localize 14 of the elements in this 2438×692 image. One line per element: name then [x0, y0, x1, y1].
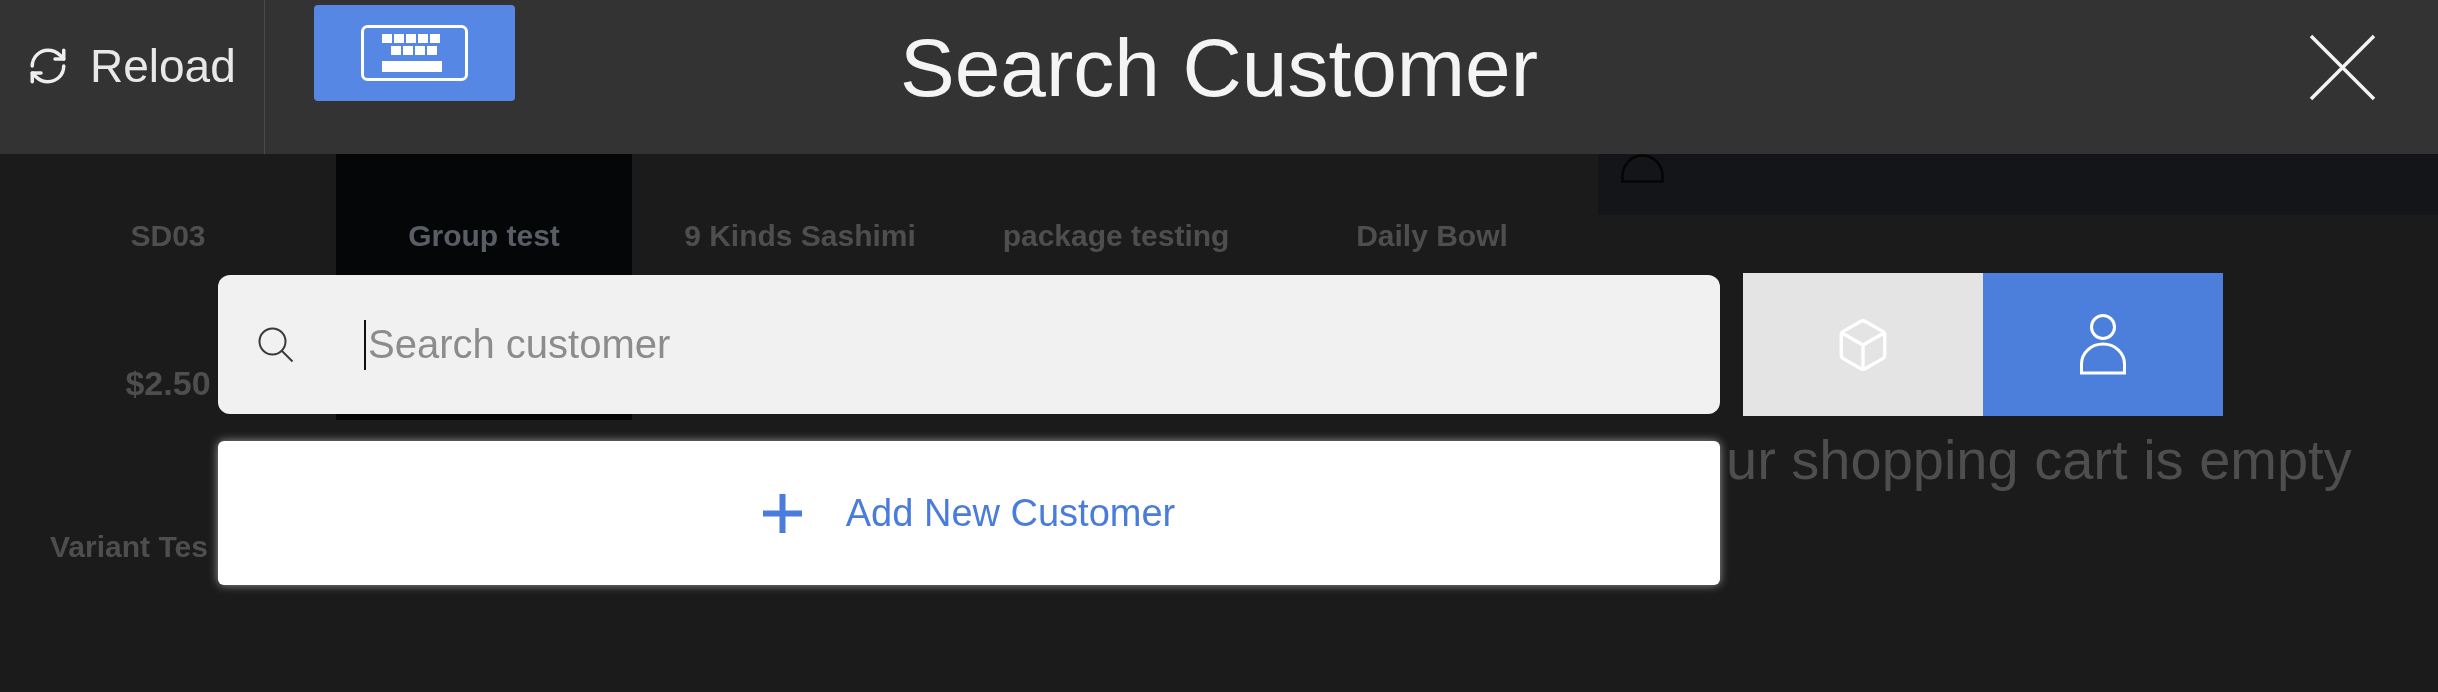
close-icon	[2309, 34, 2376, 101]
keyboard-icon	[360, 25, 468, 81]
reload-button[interactable]: Reload	[0, 0, 265, 154]
search-icon	[257, 326, 294, 363]
text-cursor-icon	[364, 320, 366, 370]
add-customer-button[interactable]: Add New Customer	[218, 441, 1720, 585]
close-button[interactable]	[2309, 34, 2376, 101]
dome-icon	[1621, 154, 1664, 183]
person-icon	[2078, 314, 2128, 375]
product-name: Group test	[408, 218, 560, 254]
plus-icon	[762, 493, 802, 533]
window-title: Search Customer	[900, 27, 1538, 109]
keyboard-button[interactable]	[313, 5, 515, 101]
search-field[interactable]: Search customer	[218, 275, 1720, 414]
